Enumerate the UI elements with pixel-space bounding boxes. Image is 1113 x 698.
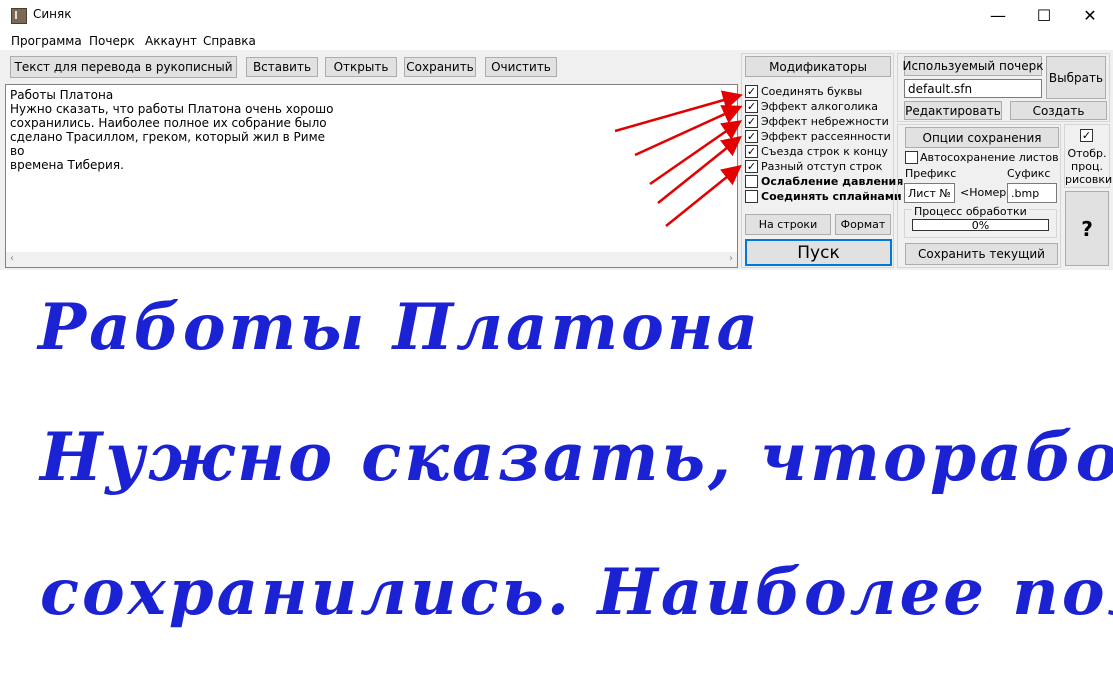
suffix-field[interactable]: .bmp bbox=[1007, 183, 1057, 203]
choose-font-button[interactable]: Выбрать bbox=[1046, 56, 1106, 99]
prefix-label: Префикс bbox=[905, 167, 957, 180]
progress-text: 0% bbox=[971, 219, 990, 232]
clear-button[interactable]: Очистить bbox=[485, 57, 557, 77]
font-file-field[interactable]: default.sfn bbox=[904, 79, 1042, 98]
window-title: Синяк bbox=[33, 7, 72, 21]
menu-help[interactable]: Справка bbox=[203, 34, 256, 48]
carelessness-effect-label: Эффект небрежности bbox=[761, 115, 889, 128]
line-indent-label: Разный отступ строк bbox=[761, 160, 883, 173]
suffix-label: Суфикс bbox=[1007, 167, 1051, 180]
paste-button[interactable]: Вставить bbox=[246, 57, 318, 77]
app-icon bbox=[11, 8, 27, 24]
prefix-field[interactable]: Лист № bbox=[904, 183, 955, 203]
pressure-weakening-label: Ослабление давления bbox=[761, 175, 904, 188]
distraction-effect-label: Эффект рассеянности bbox=[761, 130, 891, 143]
title-bar[interactable] bbox=[0, 0, 1113, 31]
save-current-button[interactable]: Сохранить текущий bbox=[905, 243, 1058, 265]
spline-connect-label: Соединять сплайнами bbox=[761, 190, 902, 203]
progress-bar: 0% bbox=[912, 219, 1049, 232]
arrow-5 bbox=[665, 164, 742, 227]
edit-font-button[interactable]: Редактировать bbox=[904, 101, 1002, 120]
scroll-right-icon[interactable]: › bbox=[729, 253, 733, 264]
horizontal-scrollbar[interactable]: ‹ › bbox=[6, 252, 737, 267]
alcoholic-effect-label: Эффект алкоголика bbox=[761, 100, 879, 113]
format-button[interactable]: Формат bbox=[835, 214, 891, 235]
annotation-arrows bbox=[614, 90, 743, 227]
open-button[interactable]: Открыть bbox=[325, 57, 397, 77]
menu-account[interactable]: Аккаунт bbox=[145, 34, 197, 48]
maximize-button[interactable]: ☐ bbox=[1021, 0, 1067, 31]
handwriting-font-header[interactable]: Используемый почерк bbox=[902, 56, 1044, 76]
progress-label: Процесс обработки bbox=[912, 205, 1029, 218]
show-drawing-checkbox[interactable]: ✓ bbox=[1080, 129, 1093, 142]
menu-program[interactable]: Программа bbox=[11, 34, 82, 48]
save-options-header[interactable]: Опции сохранения bbox=[905, 127, 1059, 148]
handwriting-line-3: сохранились. Наиболее пол bbox=[40, 555, 1113, 630]
translate-to-handwriting-button[interactable]: Текст для перевода в рукописный bbox=[10, 56, 237, 78]
handwriting-output: Работы Платона Нужно сказать, чторабот с… bbox=[0, 270, 1113, 698]
autosave-label: Автосохранение листов bbox=[920, 151, 1059, 164]
autosave-checkbox[interactable] bbox=[905, 151, 918, 164]
arrow-1 bbox=[614, 90, 743, 133]
line-slide-label: Съезда строк к концу bbox=[761, 145, 888, 158]
scroll-left-icon[interactable]: ‹ bbox=[10, 253, 14, 264]
menu-handwriting[interactable]: Почерк bbox=[89, 34, 135, 48]
create-font-button[interactable]: Создать bbox=[1010, 101, 1107, 120]
modifiers-header[interactable]: Модификаторы bbox=[745, 56, 891, 77]
handwriting-line-1: Работы Платона bbox=[38, 290, 761, 365]
help-button[interactable]: ? bbox=[1065, 191, 1109, 266]
to-lines-button[interactable]: На строки bbox=[745, 214, 831, 235]
run-button[interactable]: Пуск bbox=[745, 239, 892, 266]
connect-letters-label: Соединять буквы bbox=[761, 85, 863, 98]
close-button[interactable]: ✕ bbox=[1067, 0, 1113, 31]
show-drawing-label: Отобр. проц. рисовки bbox=[1065, 147, 1113, 186]
minimize-button[interactable]: — bbox=[975, 0, 1021, 31]
save-button[interactable]: Сохранить bbox=[404, 57, 476, 77]
source-text: Работы Платона Нужно сказать, что работы… bbox=[10, 88, 334, 172]
arrow-2 bbox=[634, 105, 743, 157]
handwriting-line-2: Нужно сказать, чторабот bbox=[40, 418, 1113, 496]
